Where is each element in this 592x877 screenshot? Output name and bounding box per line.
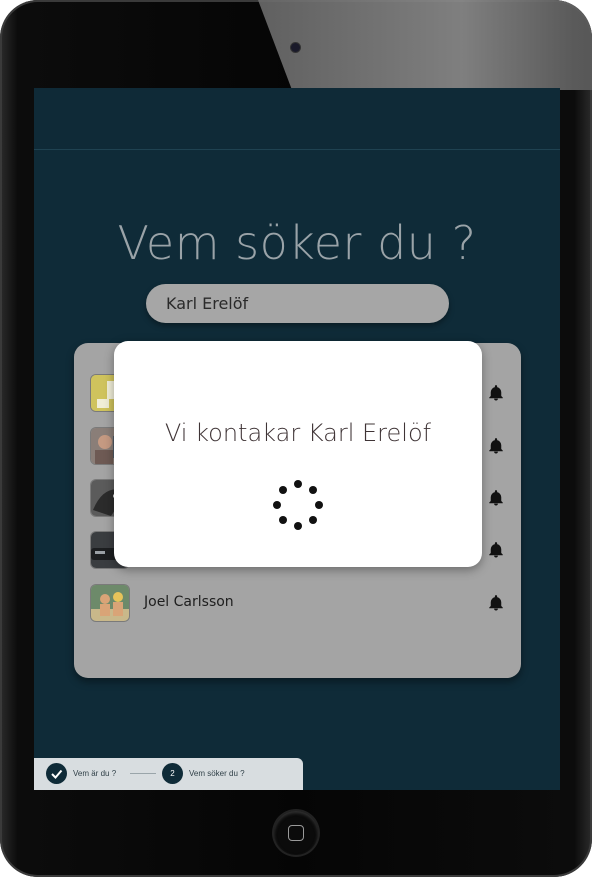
step-2-label: Vem söker du ? (189, 769, 245, 778)
bell-icon[interactable] (487, 594, 505, 612)
contacting-dialog: Vi kontakar Karl Erelöf (114, 341, 482, 567)
app-screen: Vem söker du ? Karl Erelöf Joel Carlsson… (34, 88, 560, 790)
dialog-message: Vi kontakar Karl Erelöf (164, 419, 432, 447)
avatar (90, 584, 130, 622)
bell-icon[interactable] (487, 437, 505, 455)
bell-icon[interactable] (487, 384, 505, 402)
loading-spinner-icon (273, 480, 323, 530)
progress-stepper: Vem är du ? 2 Vem söker du ? (34, 758, 303, 790)
search-input[interactable] (146, 284, 449, 323)
bell-icon[interactable] (487, 489, 505, 507)
list-item[interactable]: Joel Carlsson (90, 584, 505, 624)
screen-glare (258, 0, 592, 90)
top-bar (34, 88, 560, 150)
page-title: Vem söker du ? (117, 216, 477, 270)
front-camera (291, 43, 300, 52)
step-2-number[interactable]: 2 (162, 763, 183, 784)
bell-icon[interactable] (487, 541, 505, 559)
step-1-label: Vem är du ? (73, 769, 117, 778)
tablet-frame: Vem söker du ? Karl Erelöf Joel Carlsson… (0, 0, 592, 877)
list-item-name: Joel Carlsson (144, 594, 234, 610)
home-button[interactable] (274, 811, 318, 855)
home-square-icon (288, 825, 304, 841)
check-icon (51, 769, 63, 779)
step-1-done-icon[interactable] (46, 763, 67, 784)
step-connector (130, 773, 156, 774)
